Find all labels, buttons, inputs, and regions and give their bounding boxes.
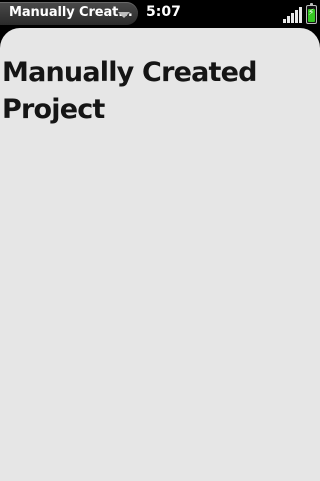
signal-bar [299,7,302,23]
app-menu-title: Manually Creat... [9,5,133,20]
project-card: Manually Created Project [0,28,320,481]
project-title: Manually Created Project [2,57,257,125]
app-menu-button[interactable]: Manually Creat... [0,2,138,25]
signal-bar [287,16,290,23]
status-clock: 5:07 [146,4,181,20]
battery-icon: ⚡ [306,3,317,24]
phone-screen: Manually Creat... 5:07 ⚡ Manually Create… [0,0,320,481]
chevron-down-icon [118,12,130,18]
signal-bar [291,13,294,23]
charging-bolt-icon: ⚡ [308,8,315,18]
signal-bar [283,19,286,23]
battery-terminal [310,3,313,5]
status-bar: Manually Creat... 5:07 ⚡ [0,0,320,28]
signal-strength-icon [283,5,303,23]
signal-bar [295,10,298,23]
